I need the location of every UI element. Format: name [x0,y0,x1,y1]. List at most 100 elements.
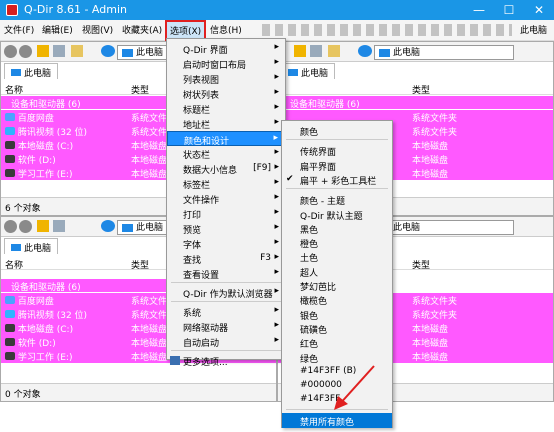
menu-favorites[interactable]: 收藏夹(A) [122,23,162,36]
color-menu-item-19[interactable]: 禁用所有颜色 [282,412,392,428]
menu-edit[interactable]: 编辑(E) [42,23,73,36]
options-menu-item-14[interactable]: 查找 F3 ▸ [167,251,285,266]
menu-item-label: 扁平界面 [300,162,337,173]
address-bar[interactable]: 此电脑 [374,45,514,60]
submenu-arrow-icon: ▸ [274,207,279,217]
menu-this-pc[interactable]: 此电脑 [520,23,547,36]
toolbar-icons [262,24,512,36]
menu-item-label: 红色 [300,340,319,351]
menu-item-label: 自动启动 [183,339,220,349]
close-button[interactable]: ✕ [524,0,554,20]
refresh-icon[interactable] [101,220,115,232]
submenu-arrow-icon: ▸ [274,222,279,232]
menu-item-label: 启动时窗口布局 [183,61,247,71]
color-menu-item-4[interactable]: 颜色 - 主题 [282,192,392,207]
color-menu-item-8[interactable]: 土色 [282,249,392,264]
options-menu-item-17[interactable]: 系统 ▸ [167,304,285,319]
options-menu-item-19[interactable]: 自动启动 ▸ [167,334,285,349]
refresh-icon[interactable] [358,45,372,57]
column-type[interactable]: 类型 [131,83,149,96]
column-name[interactable]: 名称 [5,258,23,271]
folder-icon[interactable] [71,45,83,57]
up-icon[interactable] [37,220,49,232]
column-type[interactable]: 类型 [412,83,430,96]
color-menu-item-10[interactable]: 梦幻芭比 [282,278,392,293]
menu-item-label: 地址栏 [183,121,211,131]
options-menu-item-8[interactable]: 数据大小信息 [F9] ▸ [167,161,285,176]
options-menu-item-7[interactable]: 状态栏 ▸ [167,146,285,161]
drive-icon [5,169,15,177]
submenu-arrow-icon: ▸ [274,147,279,157]
color-menu-item-5[interactable]: Q-Dir 默认主题 [282,207,392,222]
address-bar[interactable]: 此电脑 [374,220,514,235]
color-menu-item-13[interactable]: 硫磺色 [282,321,392,336]
back-icon[interactable] [4,220,17,233]
color-menu-item-14[interactable]: 红色 [282,335,392,350]
back-icon[interactable] [4,45,17,58]
color-menu-item-7[interactable]: 橙色 [282,235,392,250]
menu-view[interactable]: 视图(V) [82,23,113,36]
menu-info[interactable]: 信息(H) [210,23,242,36]
color-menu-item-0[interactable]: 颜色 [282,123,392,138]
options-menu-item-20[interactable]: 更多选项... [167,353,285,368]
submenu-arrow-icon: ▸ [274,237,279,247]
drive-icon [5,155,15,163]
options-menu-item-12[interactable]: 预览 ▸ [167,221,285,236]
color-menu-item-3[interactable]: 扁平 + 彩色工具栏 ✔ [282,172,392,187]
color-menu-item-2[interactable]: 扁平界面 [282,158,392,173]
menu-item-label: 系统 [183,309,202,319]
tab-this-pc[interactable]: 此电脑 [4,63,59,79]
options-menu-item-1[interactable]: 启动时窗口布局 ▸ [167,56,285,71]
view-icon[interactable] [310,45,322,57]
tab-this-pc[interactable]: 此电脑 [281,63,336,79]
forward-icon[interactable] [19,220,32,233]
menu-item-label: 预览 [183,226,202,236]
submenu-arrow-icon: ▸ [274,72,279,82]
menu-file[interactable]: 文件(F) [4,23,34,36]
submenu-arrow-icon: ▸ [274,87,279,97]
group-header[interactable]: 设备和驱动器 (6) [278,96,553,110]
submenu-arrow-icon: ▸ [274,192,279,202]
tencent-video-icon [5,127,15,135]
color-menu-item-11[interactable]: 橄榄色 [282,292,392,307]
up-icon[interactable] [37,45,49,57]
options-menu-item-2[interactable]: 列表视图 ▸ [167,71,285,86]
options-menu-item-9[interactable]: 标签栏 ▸ [167,176,285,191]
column-type[interactable]: 类型 [131,258,149,271]
up-icon[interactable] [294,45,306,57]
object-count: 6 个对象 [5,204,41,214]
drive-icon [5,324,15,332]
options-menu-item-15[interactable]: 查看设置 ▸ [167,266,285,281]
submenu-arrow-icon: ▸ [274,162,279,172]
color-menu-item-12[interactable]: 银色 [282,307,392,322]
menu-separator [171,282,281,283]
options-menu-item-3[interactable]: 树状列表 ▸ [167,86,285,101]
view-icon[interactable] [53,45,65,57]
status-bar: 0 个对象 [1,383,276,401]
tab-this-pc[interactable]: 此电脑 [4,238,59,254]
options-menu-item-11[interactable]: 打印 ▸ [167,206,285,221]
maximize-button[interactable]: ☐ [494,0,524,20]
options-menu-item-5[interactable]: 地址栏 ▸ [167,116,285,131]
options-menu-item-4[interactable]: 标题栏 ▸ [167,101,285,116]
color-menu-item-6[interactable]: 黑色 [282,221,392,236]
options-menu-item-6[interactable]: 颜色和设计 ▸ [167,131,285,147]
column-name[interactable]: 名称 [5,83,23,96]
column-type[interactable]: 类型 [412,258,430,271]
options-menu-item-10[interactable]: 文件操作 ▸ [167,191,285,206]
menu-item-label: 标签栏 [183,181,211,191]
menu-item-label: 状态栏 [183,151,211,161]
minimize-button[interactable]: — [464,0,494,20]
refresh-icon[interactable] [101,45,115,57]
options-menu-item-0[interactable]: Q-Dir 界面 ▸ [167,41,285,56]
pc-icon [288,69,298,76]
forward-icon[interactable] [19,45,32,58]
menu-item-label: 黑色 [300,225,319,236]
options-menu-item-18[interactable]: 网络驱动器 ▸ [167,319,285,334]
color-menu-item-9[interactable]: 超人 [282,264,392,279]
options-menu-item-16[interactable]: Q-Dir 作为默认浏览器 ▸ [167,285,285,300]
options-menu-item-13[interactable]: 字体 ▸ [167,236,285,251]
folder-icon[interactable] [328,45,340,57]
color-menu-item-1[interactable]: 传统界面 [282,143,392,158]
view-icon[interactable] [53,220,65,232]
